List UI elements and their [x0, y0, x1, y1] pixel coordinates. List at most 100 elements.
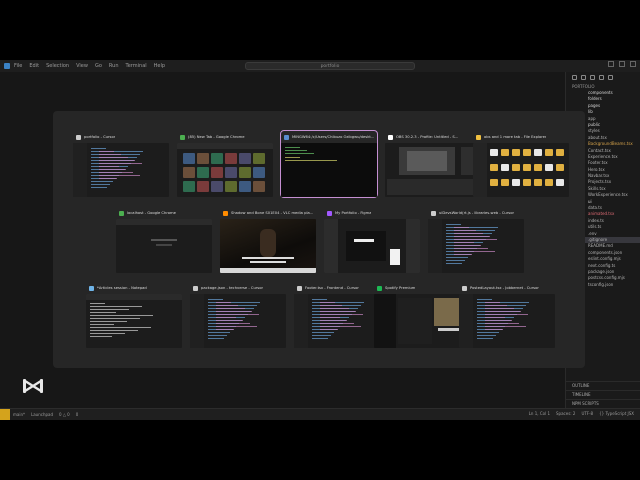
spotify-app-icon	[377, 285, 382, 291]
layout-toggle-icon[interactable]	[608, 61, 614, 67]
settings-icon[interactable]	[608, 75, 613, 80]
window-preview	[220, 219, 316, 273]
search-icon[interactable]	[581, 75, 586, 80]
terminal-app-icon	[284, 134, 289, 140]
window-thumbnail[interactable]: obs and 1 more tab - File Explorer	[473, 131, 569, 197]
window-preview	[374, 294, 470, 348]
window-title: PostedLayout.tsx - Jobbernet - Cursor	[470, 286, 539, 290]
window-thumbnail[interactable]: uiDevsWorld(rt.js - libraries-web - Curs…	[428, 207, 524, 273]
status-bar: main* Launchpad 0 △ 0 0 Ln 1, Col 1 Spac…	[0, 408, 640, 420]
window-title: uiDevsWorld(rt.js - libraries-web - Curs…	[439, 211, 514, 215]
section-outline[interactable]: OUTLINE	[566, 381, 640, 390]
window-thumbnail[interactable]: Shadow and Bone S01E04 - VLC media pla..…	[220, 207, 316, 273]
explorer-title: PORTFOLIO	[572, 84, 595, 89]
files-icon[interactable]	[572, 75, 577, 80]
section-npm-scripts[interactable]: NPM SCRIPTS	[566, 399, 640, 408]
window-title: obs and 1 more tab - File Explorer	[484, 135, 547, 139]
window-title: (85) New Tab - Google Chrome	[188, 135, 245, 139]
window-title-row: localhost - Google Chrome	[116, 207, 212, 219]
window-thumbnail[interactable]: PostedLayout.tsx - Jobbernet - Cursor	[459, 282, 555, 348]
cursor-app-icon	[297, 285, 302, 291]
window-preview	[281, 143, 377, 197]
status-indent[interactable]: Spaces: 2	[556, 411, 575, 416]
window-title: MINGW64:/c/Users/Chibuzo Ozibgwu/deskt..…	[292, 135, 375, 139]
menu-bar: File Edit Selection View Go Run Terminal…	[0, 60, 640, 72]
panel-toggle-icon[interactable]	[619, 61, 625, 67]
window-preview	[473, 143, 569, 197]
task-switcher-overlay: portfolio - Cursor (85) New Tab - Google …	[53, 111, 585, 368]
menu-view[interactable]: View	[76, 63, 88, 69]
window-preview	[459, 294, 555, 348]
menu-selection[interactable]: Selection	[46, 63, 69, 69]
cursor-app-icon	[462, 285, 467, 291]
notepad-app-icon	[89, 285, 94, 291]
window-preview	[86, 294, 182, 348]
menu-file[interactable]: File	[14, 63, 22, 69]
window-title: portfolio - Cursor	[84, 135, 116, 139]
command-center-search[interactable]: portfolio	[245, 62, 415, 70]
section-timeline[interactable]: TIMELINE	[566, 390, 640, 399]
status-launchpad[interactable]: Launchpad	[31, 412, 53, 417]
window-title: My Portfolio - Figma	[335, 211, 372, 215]
figma-app-icon	[327, 210, 332, 216]
status-branch[interactable]: main*	[13, 412, 25, 417]
menu-edit[interactable]: Edit	[29, 63, 39, 69]
command-center-label: portfolio	[320, 63, 340, 69]
menu-help[interactable]: Help	[154, 63, 165, 69]
window-title-row: package.json - techverse - Cursor	[190, 282, 286, 294]
window-title: localhost - Google Chrome	[127, 211, 176, 215]
window-title: Spotify Premium	[385, 286, 416, 290]
explorer-sections: OUTLINE TIMELINE NPM SCRIPTS	[566, 381, 640, 408]
status-problems[interactable]: 0 △ 0	[59, 412, 70, 417]
window-thumbnail[interactable]: portfolio - Cursor	[73, 131, 169, 197]
window-thumbnail[interactable]: localhost - Google Chrome	[116, 207, 212, 273]
window-thumbnail[interactable]: package.json - techverse - Cursor	[190, 282, 286, 348]
window-thumbnail[interactable]: MINGW64:/c/Users/Chibuzo Ozibgwu/deskt..…	[280, 130, 378, 198]
window-title-row: obs and 1 more tab - File Explorer	[473, 131, 569, 143]
extensions-icon[interactable]	[599, 75, 604, 80]
menu-terminal[interactable]: Terminal	[126, 63, 147, 69]
source-control-icon[interactable]	[590, 75, 595, 80]
window-thumbnail[interactable]: My Portfolio - Figma	[324, 207, 420, 273]
window-preview	[385, 143, 481, 197]
window-title-row: (85) New Tab - Google Chrome	[177, 131, 273, 143]
chrome-app-icon	[180, 134, 185, 140]
window-thumbnail[interactable]: Spotify Premium	[374, 282, 470, 348]
window-thumbnail[interactable]: (85) New Tab - Google Chrome	[177, 131, 273, 197]
obs-app-icon	[388, 134, 393, 140]
window-title-row: MINGW64:/c/Users/Chibuzo Ozibgwu/deskt..…	[281, 131, 377, 143]
explorer-app-icon	[476, 134, 481, 140]
window-title: Shadow and Bone S01E04 - VLC media pla..…	[231, 211, 314, 215]
cursor-app-icon	[431, 210, 436, 216]
window-preview	[324, 219, 420, 273]
status-right: Ln 1, Col 1 Spaces: 2 UTF-8 {} TypeScrip…	[529, 411, 634, 416]
cursor-app-icon	[193, 285, 198, 291]
window-preview	[73, 143, 169, 197]
menu-go[interactable]: Go	[95, 63, 102, 69]
status-language[interactable]: {} TypeScript JSX	[599, 411, 634, 416]
status-cursor-pos[interactable]: Ln 1, Col 1	[529, 411, 550, 416]
window-title-row: *Articles session - Notepad	[86, 282, 182, 294]
window-title-row: portfolio - Cursor	[73, 131, 169, 143]
window-thumbnail[interactable]: OBS 30.2.3 - Profile: Untitled - S...	[385, 131, 481, 197]
window-title: *Articles session - Notepad	[97, 286, 147, 290]
capcut-logo-icon	[23, 379, 43, 393]
remote-indicator[interactable]	[0, 409, 10, 420]
status-ports[interactable]: 0	[76, 412, 79, 417]
window-title: Footer.tsx - Frontend - Cursor	[305, 286, 359, 290]
window-preview	[428, 219, 524, 273]
cursor-app-icon	[76, 134, 81, 140]
window-preview	[177, 143, 273, 197]
window-title-row: Shadow and Bone S01E04 - VLC media pla..…	[220, 207, 316, 219]
menu-run[interactable]: Run	[109, 63, 119, 69]
window-title: package.json - techverse - Cursor	[201, 286, 263, 290]
sidebar-toggle-icon[interactable]	[630, 61, 636, 67]
cursor-app-icon	[4, 63, 10, 69]
localhost-app-icon	[119, 210, 124, 216]
status-encoding[interactable]: UTF-8	[581, 411, 593, 416]
window-controls	[608, 61, 636, 67]
window-thumbnail[interactable]: *Articles session - Notepad	[86, 282, 182, 348]
window-title: OBS 30.2.3 - Profile: Untitled - S...	[396, 135, 459, 139]
window-title-row: OBS 30.2.3 - Profile: Untitled - S...	[385, 131, 481, 143]
window-title-row: My Portfolio - Figma	[324, 207, 420, 219]
